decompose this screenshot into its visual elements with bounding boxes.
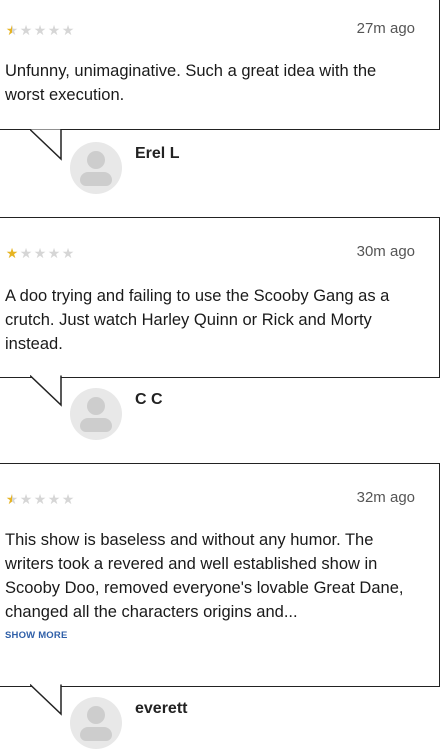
star-rating: ★★★★★ [5, 23, 75, 37]
review-bubble: ★★★★★ 27m ago Unfunny, unimaginative. Su… [0, 0, 440, 130]
star-icon: ★ [19, 22, 33, 38]
star-icon: ★ [61, 245, 75, 261]
star-icon: ★ [61, 22, 75, 38]
review-bubble: ★★★★★ 32m ago This show is baseless and … [0, 463, 440, 687]
star-icon: ★ [47, 491, 61, 507]
star-rating: ★★★★★ [5, 246, 75, 260]
reviewer-name[interactable]: everett [135, 700, 187, 718]
speech-bubble-tail [30, 683, 62, 716]
star-icon: ★ [5, 22, 19, 38]
star-icon: ★ [33, 22, 47, 38]
star-icon: ★ [5, 491, 19, 507]
show-more-link[interactable]: SHOW MORE [5, 630, 68, 641]
user-avatar-icon [70, 388, 122, 440]
review-timestamp: 27m ago [356, 20, 415, 37]
review-timestamp: 32m ago [356, 489, 415, 506]
speech-bubble-tail [30, 374, 62, 407]
review-text: Unfunny, unimaginative. Such a great ide… [5, 62, 377, 104]
star-icon: ★ [33, 491, 47, 507]
reviewer-name[interactable]: C C [135, 391, 163, 409]
review-text: This show is baseless and without any hu… [5, 531, 404, 621]
review-text: A doo trying and failing to use the Scoo… [5, 287, 390, 353]
user-avatar-icon [70, 697, 122, 749]
star-icon: ★ [19, 491, 33, 507]
user-avatar-icon [70, 142, 122, 194]
star-icon: ★ [47, 22, 61, 38]
review-timestamp: 30m ago [356, 243, 415, 260]
star-icon: ★ [47, 245, 61, 261]
review-bubble: ★★★★★ 30m ago A doo trying and failing t… [0, 217, 440, 378]
star-rating: ★★★★★ [5, 492, 75, 506]
star-icon: ★ [19, 245, 33, 261]
star-icon: ★ [61, 491, 75, 507]
reviewer-name[interactable]: Erel L [135, 145, 179, 163]
star-icon: ★ [33, 245, 47, 261]
star-icon: ★ [5, 245, 19, 261]
speech-bubble-tail [30, 128, 62, 161]
